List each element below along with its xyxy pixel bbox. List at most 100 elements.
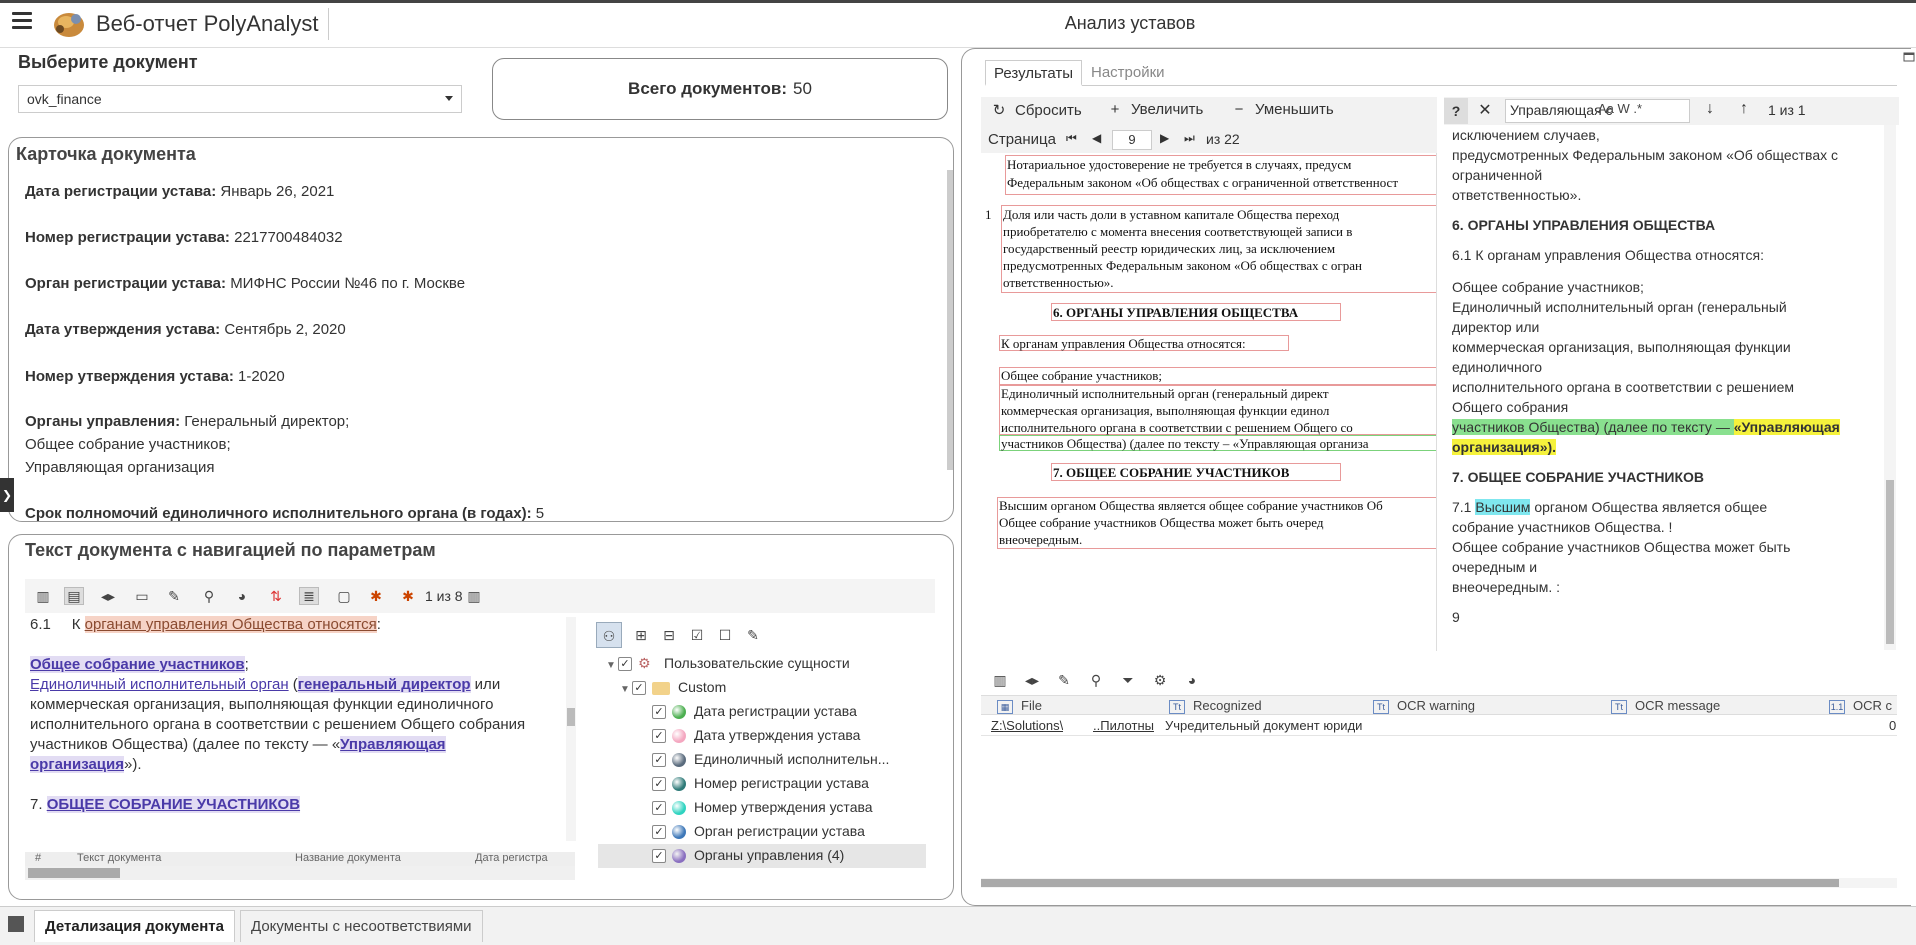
column-header[interactable]: # (35, 852, 41, 864)
binoculars-icon[interactable]: ⚲ (1087, 672, 1105, 688)
first-page-icon[interactable]: ⏮ (1066, 131, 1077, 146)
note-icon[interactable]: ▢ (335, 588, 353, 604)
reset-button[interactable]: ↻ Сбросить (991, 101, 1082, 119)
panel-layout-icon[interactable]: ▥ (34, 588, 52, 604)
entity-highlight[interactable]: генеральный директор (297, 676, 471, 693)
checkbox[interactable]: ✓ (652, 753, 666, 768)
entity-item[interactable]: ✓ Органы управления (4) (652, 844, 844, 866)
text-scrollbar-thumb[interactable] (567, 708, 575, 726)
extracted-text-scroll-thumb[interactable] (1886, 480, 1894, 644)
collapse-all-icon[interactable]: ⊟ (656, 622, 682, 648)
text-line: единоличного (1452, 359, 1543, 375)
column-header[interactable]: Дата регистра (475, 852, 548, 864)
entity-highlight[interactable]: органам управления Общества относятся (84, 616, 377, 633)
checkbox[interactable]: ✓ (652, 801, 666, 816)
find-options[interactable]: Aa W .* (1598, 101, 1642, 116)
entity-item[interactable]: ✓ Номер регистрации устава (652, 772, 869, 794)
entity-item[interactable]: ✓ Дата регистрации устава (652, 700, 857, 722)
panel-layout-icon[interactable]: ▥ (991, 672, 1009, 688)
prev-entity-icon[interactable]: ✱ (367, 588, 385, 604)
filter-icon[interactable]: ⏷ (1119, 672, 1137, 688)
folder-icon (652, 681, 670, 695)
users-icon[interactable]: ⚇ (596, 622, 622, 648)
zoom-in-button[interactable]: + Увеличить (1107, 101, 1204, 118)
next-page-icon[interactable]: ▶ (1160, 131, 1169, 145)
card-field-term: Срок полномочий единоличного исполнитель… (25, 502, 544, 525)
panel-toggle-icon[interactable] (8, 916, 24, 932)
tab-settings[interactable]: Настройки (1083, 60, 1173, 86)
entity-item[interactable]: ✓ Единоличный исполнительн... (652, 748, 889, 770)
entity-highlight[interactable]: Общее собрание участников (30, 656, 245, 673)
next-entity-icon[interactable]: ✱ (399, 588, 417, 604)
zoom-out-button[interactable]: − Уменьшить (1231, 101, 1334, 118)
tab-results[interactable]: Результаты (985, 60, 1082, 86)
document-text-view[interactable]: 6.1 К органам управления Общества относя… (30, 615, 556, 843)
pdf-view[interactable]: Нотариальное удостоверение не требуется … (981, 153, 1437, 651)
palette-icon[interactable]: ◕ (1183, 672, 1201, 688)
checkbox[interactable]: ✓ (652, 777, 666, 792)
close-icon[interactable]: ✕ (1476, 98, 1494, 124)
page-input[interactable]: 9 (1112, 130, 1152, 150)
column-header[interactable]: Текст документа (77, 852, 161, 864)
tab-mismatched-documents[interactable]: Документы с несоответствиями (240, 910, 483, 942)
list-icon[interactable]: ≣ (299, 587, 319, 605)
chevron-down-icon[interactable]: ▼ (620, 679, 632, 701)
expand-horizontal-icon[interactable]: ◂▸ (99, 588, 117, 604)
checkbox[interactable]: ✓ (652, 849, 666, 864)
entity-highlight[interactable]: ОБЩЕЕ СОБРАНИЕ УЧАСТНИКОВ (46, 796, 301, 813)
arrow-down-icon[interactable]: ↓ (1706, 100, 1714, 118)
expand-all-icon[interactable]: ⊞ (628, 622, 654, 648)
tree-folder-custom[interactable]: ▼ ✓ Custom (620, 676, 726, 698)
uncheck-all-icon[interactable]: ☐ (712, 622, 738, 648)
checkbox[interactable]: ✓ (652, 825, 666, 840)
expand-sidebar-icon[interactable]: ❯ (0, 478, 14, 512)
entity-highlight[interactable]: Управляющая (340, 736, 446, 753)
highlight-icon[interactable]: ▤ (64, 587, 84, 605)
text-field-icon[interactable]: ▭ (133, 588, 151, 604)
marker-icon[interactable]: ✎ (1055, 672, 1073, 688)
results-table-scroll-thumb[interactable] (28, 868, 120, 878)
file-link[interactable]: Z:\Solutions\ (991, 716, 1063, 736)
checkbox[interactable]: ✓ (652, 729, 666, 744)
marker-icon[interactable]: ✎ (165, 588, 183, 604)
binoculars-icon[interactable]: ⚲ (200, 588, 218, 604)
chart-icon[interactable]: ▥ (465, 588, 483, 604)
help-icon[interactable]: ? (1444, 98, 1468, 124)
last-page-icon[interactable]: ⏭ (1184, 131, 1195, 146)
text-scrollbar[interactable] (566, 617, 576, 841)
palette-icon[interactable]: ◕ (233, 588, 251, 604)
entity-item[interactable]: ✓ Номер утверждения устава (652, 796, 873, 818)
column-header-file[interactable]: ▦ File (997, 696, 1042, 716)
table-row[interactable]: Z:\Solutions\ ..Пилотны Учредительный до… (981, 716, 1897, 736)
tree-root[interactable]: ▼ ✓ ⚙ Пользовательские сущности (606, 652, 850, 674)
extracted-text-view[interactable]: исключением случаев, предусмотренных Фед… (1452, 125, 1872, 650)
chevron-down-icon[interactable]: ▼ (606, 655, 618, 677)
file-link[interactable]: ..Пилотны (1093, 716, 1154, 736)
settings-icon[interactable]: ⚙ (1151, 672, 1169, 688)
column-header-recognized[interactable]: Tt Recognized (1169, 696, 1262, 716)
column-header[interactable]: Название документа (295, 852, 401, 864)
checkbox[interactable]: ✓ (632, 681, 646, 696)
document-select[interactable]: ovk_finance (18, 85, 462, 113)
column-header-ocr-conf[interactable]: 1.1 OCR c (1829, 696, 1892, 716)
sort-icon[interactable]: ⇅ (267, 588, 285, 604)
page-title: Анализ уставов (1064, 13, 1196, 33)
expand-horizontal-icon[interactable]: ◂▸ (1023, 672, 1041, 688)
entity-highlight[interactable]: Единоличный исполнительный орган (30, 676, 289, 693)
entity-highlight[interactable]: организация (30, 756, 124, 773)
window-icon[interactable] (1903, 52, 1915, 62)
entity-item[interactable]: ✓ Орган регистрации устава (652, 820, 865, 842)
entity-item[interactable]: ✓ Дата утверждения устава (652, 724, 860, 746)
splitter-handle[interactable] (981, 651, 1897, 659)
arrow-up-icon[interactable]: ↑ (1740, 100, 1748, 118)
check-all-icon[interactable]: ☑ (684, 622, 710, 648)
column-header-ocr-warning[interactable]: Tt OCR warning (1373, 696, 1475, 716)
checkbox[interactable]: ✓ (618, 657, 632, 672)
prev-page-icon[interactable]: ◀ (1092, 131, 1101, 145)
edit-icon[interactable]: ✎ (740, 622, 766, 648)
tab-document-detail[interactable]: Детализация документа (34, 910, 235, 942)
grid-scroll-thumb[interactable] (981, 879, 1839, 887)
column-header-ocr-message[interactable]: Tt OCR message (1611, 696, 1720, 716)
card-scrollbar[interactable] (947, 170, 953, 470)
checkbox[interactable]: ✓ (652, 705, 666, 720)
